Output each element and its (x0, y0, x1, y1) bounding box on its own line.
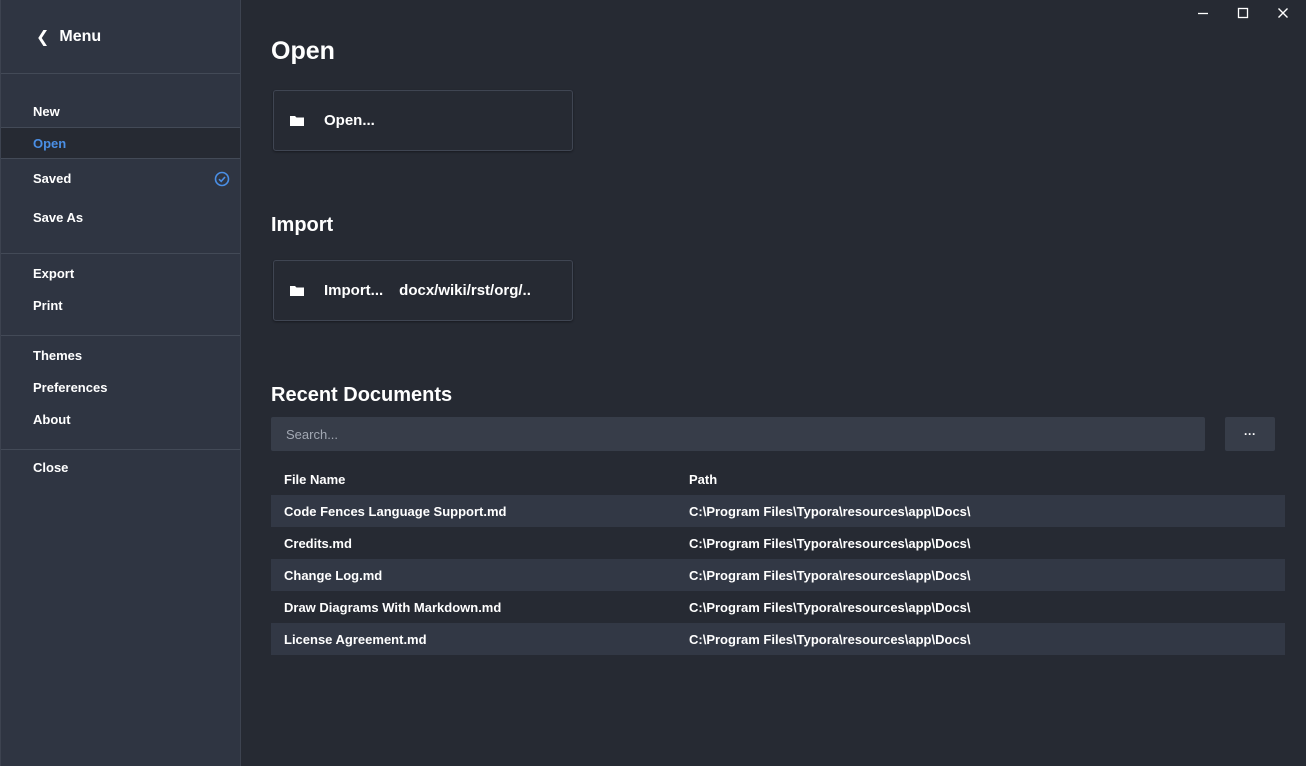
sidebar-item-saved[interactable]: Saved (1, 159, 240, 198)
sidebar: ❮ Menu New Open Saved Save As Export Pri… (0, 0, 241, 766)
import-heading: Import (271, 214, 334, 236)
table-row[interactable]: License Agreement.md C:\Program Files\Ty… (271, 623, 1285, 655)
sidebar-item-print[interactable]: Print (1, 289, 240, 321)
sidebar-item-new[interactable]: New (1, 95, 240, 127)
sidebar-item-label: Close (33, 459, 69, 475)
sidebar-item-close[interactable]: Close (1, 451, 240, 483)
file-name-cell: Credits.md (284, 535, 352, 551)
path-cell: C:\Program Files\Typora\resources\app\Do… (689, 503, 971, 519)
more-options-button[interactable]: ··· (1225, 417, 1275, 451)
path-cell: C:\Program Files\Typora\resources\app\Do… (689, 535, 971, 551)
minimize-button[interactable] (1183, 0, 1223, 26)
folder-icon (290, 285, 304, 296)
sidebar-item-label: About (33, 411, 71, 427)
recent-documents-table: File Name Path Code Fences Language Supp… (271, 463, 1285, 655)
sidebar-item-label: New (33, 103, 60, 119)
sidebar-item-label: Export (33, 265, 75, 281)
path-cell: C:\Program Files\Typora\resources\app\Do… (689, 567, 971, 583)
close-icon (1278, 8, 1288, 18)
folder-icon (290, 115, 304, 126)
sidebar-item-open[interactable]: Open (1, 127, 240, 159)
maximize-button[interactable] (1223, 0, 1263, 26)
path-cell: C:\Program Files\Typora\resources\app\Do… (689, 599, 971, 615)
close-window-button[interactable] (1263, 0, 1303, 26)
sidebar-item-label: Preferences (33, 379, 108, 395)
table-row[interactable]: Credits.md C:\Program Files\Typora\resou… (271, 527, 1285, 559)
table-row[interactable]: Draw Diagrams With Markdown.md C:\Progra… (271, 591, 1285, 623)
sidebar-item-export[interactable]: Export (1, 257, 240, 289)
file-name-cell: Draw Diagrams With Markdown.md (284, 599, 502, 615)
recent-documents-heading: Recent Documents (271, 384, 453, 406)
sidebar-item-save-as[interactable]: Save As (1, 198, 240, 237)
sidebar-item-label: Saved (33, 171, 72, 186)
open-heading: Open (271, 37, 335, 65)
sidebar-item-about[interactable]: About (1, 403, 240, 435)
maximize-icon (1237, 7, 1249, 19)
menu-group-close: Close (1, 450, 240, 495)
table-row[interactable]: Code Fences Language Support.md C:\Progr… (271, 495, 1285, 527)
import-file-button[interactable]: Import... docx/wiki/rst/org/.. (273, 260, 573, 321)
sidebar-item-label: Open (33, 135, 67, 151)
file-name-cell: License Agreement.md (284, 631, 427, 647)
import-button-label: Import... (324, 282, 384, 299)
menu-group-output: Export Print (1, 254, 240, 336)
file-name-cell: Code Fences Language Support.md (284, 503, 507, 519)
menu-group-settings: Themes Preferences About (1, 336, 240, 450)
sidebar-item-themes[interactable]: Themes (1, 339, 240, 371)
chevron-left-icon: ❮ (36, 28, 50, 46)
sidebar-item-label: Print (33, 297, 63, 313)
sidebar-item-preferences[interactable]: Preferences (1, 371, 240, 403)
menu-group-file: New Open Saved Save As (1, 74, 240, 254)
column-header-file-name[interactable]: File Name (271, 472, 676, 487)
check-circle-icon (214, 171, 230, 186)
table-row[interactable]: Change Log.md C:\Program Files\Typora\re… (271, 559, 1285, 591)
search-input[interactable] (271, 417, 1205, 451)
column-header-path[interactable]: Path (676, 472, 1285, 487)
sidebar-item-label: Themes (33, 347, 83, 363)
file-name-cell: Change Log.md (284, 567, 383, 583)
import-formats-label: docx/wiki/rst/org/.. (399, 282, 531, 299)
menu-back-button[interactable]: ❮ Menu (1, 0, 240, 74)
open-file-button[interactable]: Open... (273, 90, 573, 151)
table-header: File Name Path (271, 463, 1285, 495)
open-button-label: Open... (324, 112, 375, 129)
path-cell: C:\Program Files\Typora\resources\app\Do… (689, 631, 971, 647)
minimize-icon (1198, 12, 1208, 15)
sidebar-item-label: Save As (33, 210, 84, 225)
menu-title: Menu (59, 27, 102, 45)
